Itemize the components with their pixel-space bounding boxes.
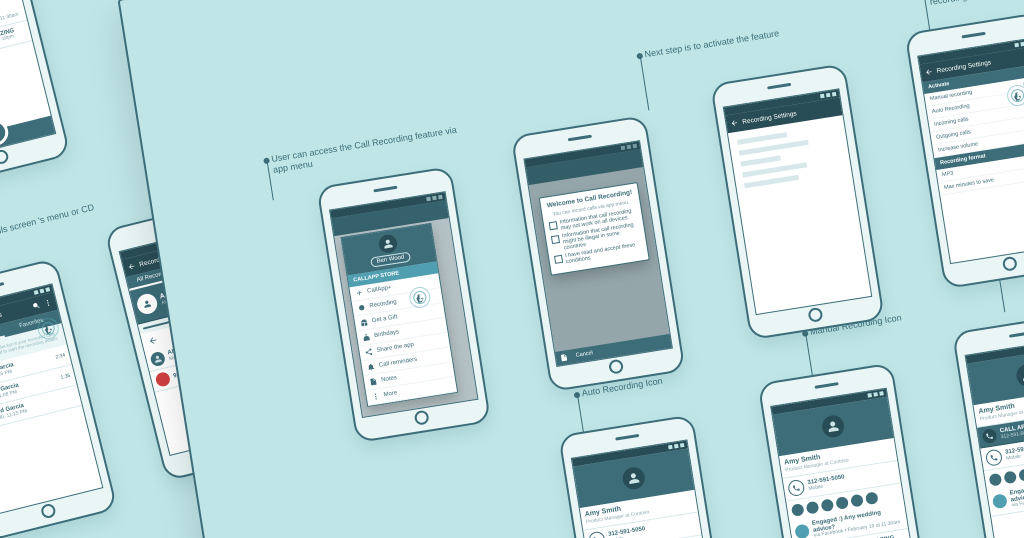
back-icon[interactable] [924, 68, 933, 77]
call-fab[interactable] [0, 117, 11, 149]
back-icon[interactable] [127, 262, 137, 272]
welcome-dialog: Welcome to Call Recording! You can recor… [539, 182, 650, 276]
phone-settings: Recording Settings Activate Manual recor… [904, 12, 1024, 289]
phone-contact-auto: Amy SmithProduct Manager at Contoso 312-… [558, 414, 733, 538]
phone-contact-manual: Amy SmithProduct Manager at Contoso 312-… [757, 362, 932, 538]
back-icon[interactable] [730, 119, 739, 128]
phone-welcome-dialog: Welcome to Call Recording! You can recor… [511, 115, 686, 392]
avatar [378, 234, 399, 255]
checkbox[interactable] [551, 234, 560, 243]
wireframe-storyboard: { "annotations": { "back1": "the Recorde… [0, 0, 1024, 538]
phone-back-top: 312-591-5050Mobile Engaged :) Any weddin… [0, 0, 71, 188]
checkbox[interactable] [554, 254, 563, 263]
checkbox[interactable] [549, 221, 558, 230]
annotation-settings: After activation user is redirected to t… [926, 0, 1024, 8]
nav-icon[interactable] [559, 353, 568, 362]
phone-app-menu: Ben Wood CALLAPP STORE CallApp+ Recordin… [316, 166, 491, 443]
annotation-access: User can access the Call Recording featu… [271, 123, 472, 177]
more-icon[interactable] [43, 298, 53, 308]
search-icon[interactable] [31, 301, 41, 311]
phone-contact-play: Amy SmithProduct Manager at Contoso CALL… [952, 311, 1024, 538]
annotation-activate: Next step is to activate the feature [644, 28, 780, 60]
cancel-button[interactable]: Cancel [575, 350, 593, 359]
annotation-back-recorded: the Recorded Calls screen 's menu or CD … [0, 199, 112, 264]
storyboard-board-front: User can access the Call Recording featu… [117, 0, 1024, 538]
phone-settings-blank: Recording Settings [710, 63, 885, 340]
phone-recorded-list: Recorded Calls All Recordings Favorites … [0, 258, 118, 538]
action-icon[interactable] [147, 334, 159, 346]
user-name: Ben Wood [370, 252, 411, 268]
